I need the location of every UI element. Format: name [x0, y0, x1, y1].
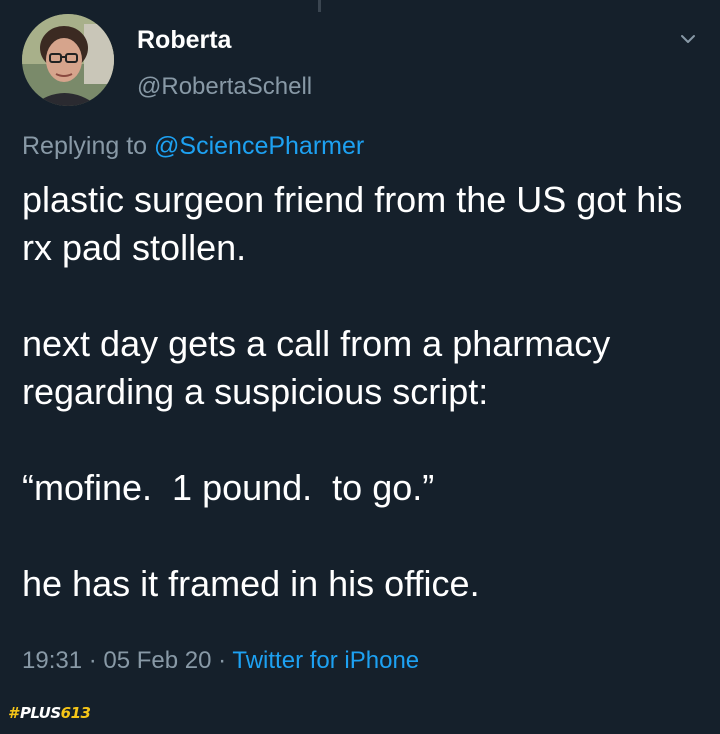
tweet-date[interactable]: 05 Feb 20	[103, 647, 211, 674]
replying-to-label: Replying to	[22, 132, 155, 160]
thread-connector-line	[318, 0, 321, 12]
tweet-paragraph: plastic surgeon friend from the US got h…	[22, 179, 683, 268]
tweet-paragraph: next day gets a call from a pharmacy reg…	[22, 323, 611, 412]
tweet-paragraph: “mofine. 1 pound. to go.”	[22, 467, 435, 508]
avatar-image	[22, 14, 114, 106]
user-handle[interactable]: @RobertaSchell	[137, 73, 312, 101]
watermark-hash: #	[8, 704, 18, 722]
tweet-source-link[interactable]: Twitter for iPhone	[232, 647, 419, 674]
avatar[interactable]	[22, 14, 114, 106]
reply-to-link[interactable]: @SciencePharmer	[154, 132, 364, 160]
meta-separator: ·	[211, 647, 233, 674]
tweet-paragraph: he has it framed in his office.	[22, 563, 480, 604]
meta-separator: ·	[82, 647, 104, 674]
watermark-logo: # PLUS 613	[8, 702, 91, 724]
tweet-metadata: 19:31 · 05 Feb 20 · Twitter for iPhone	[22, 647, 419, 675]
watermark-brand: PLUS	[19, 704, 61, 722]
watermark-number: 613	[60, 704, 91, 722]
chevron-down-icon[interactable]	[677, 28, 699, 50]
replying-to-line: Replying to @SciencePharmer	[22, 132, 364, 161]
tweet-time[interactable]: 19:31	[22, 647, 82, 674]
tweet-text: plastic surgeon friend from the US got h…	[22, 176, 712, 608]
display-name[interactable]: Roberta	[137, 26, 231, 55]
